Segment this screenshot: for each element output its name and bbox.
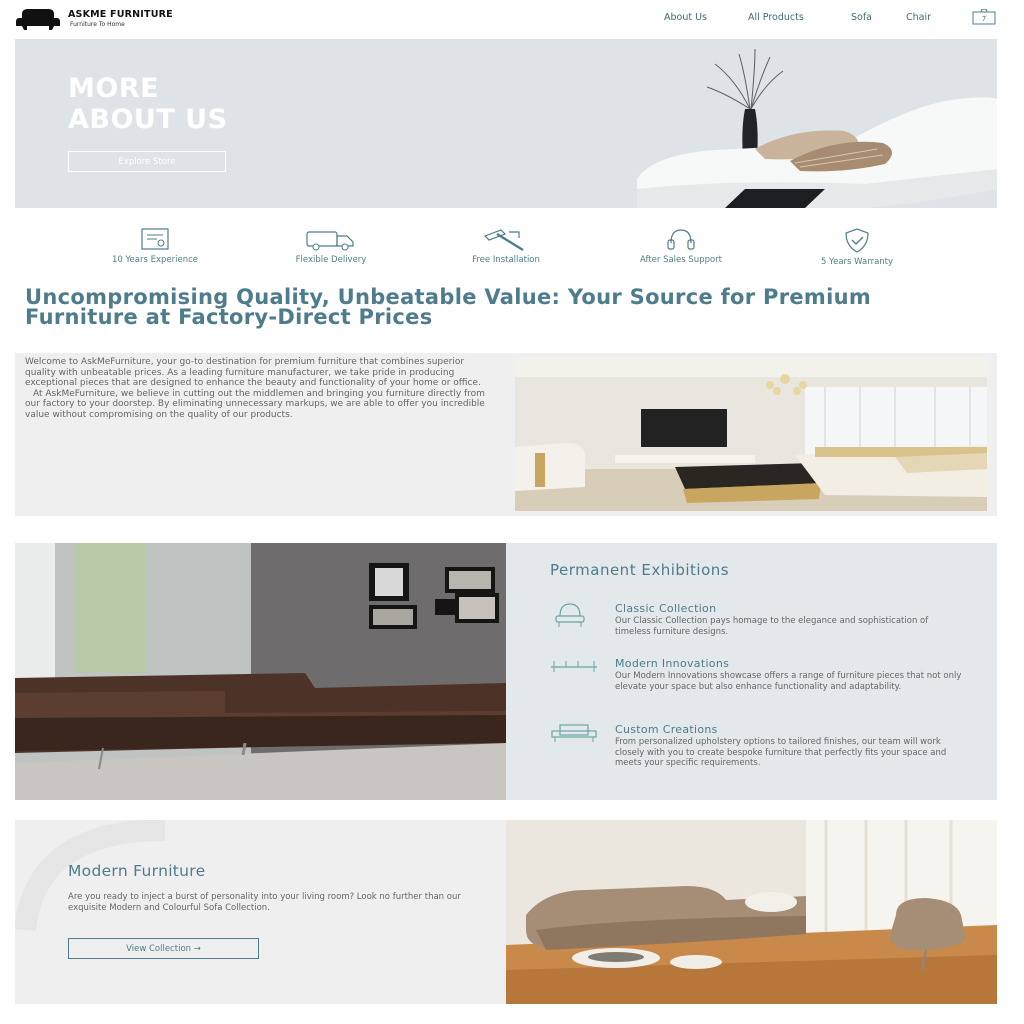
cart-count: 7 (982, 15, 986, 23)
nav-link-chair[interactable]: Chair (906, 12, 931, 23)
nav-link-all-products[interactable]: All Products (748, 12, 804, 23)
corner-sofa-image (15, 543, 506, 800)
feature-warranty: 5 Years Warranty (796, 228, 918, 267)
certificate-icon (141, 228, 169, 250)
delivery-truck-icon (306, 231, 354, 251)
welcome-paragraph-2: At AskMeFurniture, we believe in cutting… (25, 388, 485, 420)
hero-banner: MORE ABOUT US Explore Store (15, 39, 997, 208)
hero-title-line1: MORE (68, 73, 160, 104)
view-collection-button[interactable]: View Collection → (68, 938, 259, 959)
exhibition-custom-title: Custom Creations (615, 723, 718, 736)
brand-tagline: Furniture To Home (70, 21, 125, 28)
feature-label-warranty: 5 Years Warranty (820, 257, 894, 267)
explore-store-button[interactable]: Explore Store (68, 151, 226, 172)
exhibition-classic-desc: Our Classic Collection pays homage to th… (615, 616, 929, 637)
exhibition-custom-desc: From personalized upholstery options to … (615, 737, 947, 768)
headset-icon (667, 229, 695, 250)
welcome-text: Welcome to AskMeFurniture, your go-to de… (25, 357, 495, 421)
welcome-section: Welcome to AskMeFurniture, your go-to de… (15, 353, 997, 516)
hero-title-line2: ABOUT US (68, 104, 228, 135)
exhibitions-title: Permanent Exhibitions (550, 561, 730, 579)
exhibition-modern[interactable]: Modern Innovations Our Modern Innovation… (550, 657, 970, 707)
exhibition-modern-desc: Our Modern Innovations showcase offers a… (615, 671, 962, 692)
modern-furniture-title: Modern Furniture (68, 862, 206, 880)
brand-name: ASKME FURNITURE (68, 9, 173, 20)
sofa-icon (551, 724, 597, 742)
armchair-icon (555, 603, 585, 627)
feature-support: After Sales Support (612, 228, 750, 265)
feature-label-installation: Free Installation (472, 255, 540, 265)
feature-label-delivery: Flexible Delivery (295, 255, 367, 265)
modern-furniture-description: Are you ready to inject a burst of perso… (68, 892, 461, 913)
bench-icon (551, 661, 597, 672)
shield-check-icon (845, 228, 869, 253)
top-navigation: ASKME FURNITURE Furniture To Home About … (0, 0, 1024, 38)
modern-furniture-section: Modern Furniture Are you ready to inject… (15, 820, 997, 1004)
feature-delivery: Flexible Delivery (264, 228, 398, 265)
hammer-icon (483, 229, 524, 252)
feature-label-support: After Sales Support (639, 255, 723, 265)
main-headline: Uncompromising Quality, Unbeatable Value… (25, 285, 872, 329)
exhibition-modern-title: Modern Innovations (615, 657, 730, 670)
armchair-logo-icon (16, 9, 60, 30)
nav-link-about-us[interactable]: About Us (664, 12, 707, 23)
feature-experience: 10 Years Experience (82, 228, 228, 265)
exhibition-classic[interactable]: Classic Collection Our Classic Collectio… (550, 602, 970, 642)
feature-label-experience: 10 Years Experience (111, 255, 199, 265)
shopping-bag-icon[interactable]: 7 (972, 9, 996, 25)
brand-logo[interactable]: ASKME FURNITURE Furniture To Home (16, 8, 173, 30)
living-room-image (515, 357, 987, 511)
modern-sofa-image (506, 820, 997, 1004)
hero-chaise-lounge-image (615, 39, 997, 208)
exhibitions-section: Permanent Exhibitions Classic Collection… (15, 543, 997, 800)
exhibition-classic-title: Classic Collection (615, 602, 717, 615)
hero-title: MORE ABOUT US (68, 73, 228, 135)
exhibition-custom[interactable]: Custom Creations From personalized uphol… (550, 723, 970, 779)
welcome-paragraph-1: Welcome to AskMeFurniture, your go-to de… (25, 357, 481, 389)
feature-installation: Free Installation (446, 228, 566, 265)
nav-link-sofa[interactable]: Sofa (851, 12, 872, 23)
